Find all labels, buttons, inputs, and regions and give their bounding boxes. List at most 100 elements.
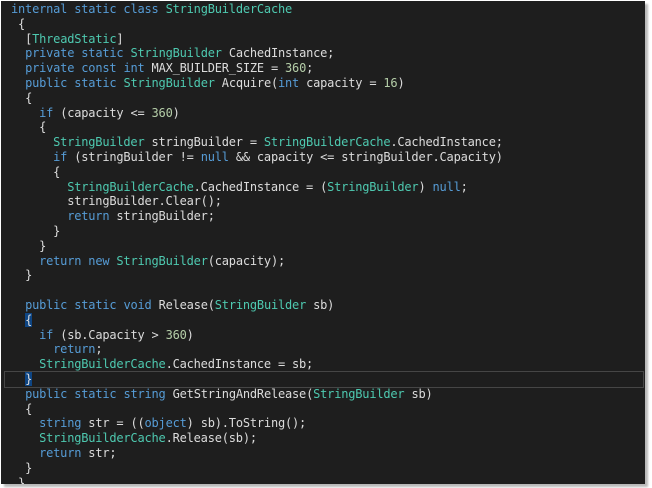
- code-token: .CachedInstance = (: [193, 179, 328, 194]
- code-token: MAX_BUILDER_SIZE =: [144, 61, 286, 76]
- code-line[interactable]: internal static class StringBuilderCache: [11, 2, 643, 17]
- code-token: (stringBuilder !=: [67, 149, 201, 164]
- code-editor[interactable]: internal static class StringBuilderCache…: [1, 1, 645, 484]
- code-line[interactable]: }: [11, 239, 643, 254]
- keyword-token: public: [25, 297, 68, 312]
- code-line[interactable]: StringBuilderCache.CachedInstance = (Str…: [11, 180, 643, 195]
- keyword-token: static: [74, 2, 117, 16]
- keyword-token: new: [88, 253, 110, 268]
- code-token: sb): [404, 386, 433, 401]
- code-line[interactable]: public static StringBuilder Acquire(int …: [11, 76, 643, 91]
- code-token: .CachedInstance = sb;: [165, 357, 314, 372]
- code-token: }: [53, 223, 61, 238]
- code-line[interactable]: {: [11, 17, 643, 32]
- code-line[interactable]: string str = ((object) sb).ToString();: [11, 416, 643, 431]
- keyword-token: void: [123, 297, 152, 312]
- code-line[interactable]: if (capacity <= 360): [11, 106, 643, 121]
- code-token: CachedInstance;: [221, 46, 335, 61]
- keyword-token: private: [25, 61, 75, 76]
- code-line[interactable]: {: [11, 402, 643, 417]
- code-token: (sb.Capacity >: [53, 327, 166, 342]
- code-line[interactable]: return stringBuilder;: [11, 209, 643, 224]
- code-token: stringBuilder;: [109, 209, 215, 224]
- keyword-token: static: [74, 297, 117, 312]
- code-token: {: [18, 16, 26, 31]
- code-line[interactable]: {: [11, 165, 643, 180]
- code-token: (capacity);: [207, 253, 286, 268]
- keyword-token: return: [39, 445, 82, 460]
- code-line[interactable]: private static StringBuilder CachedInsta…: [11, 46, 643, 61]
- code-line[interactable]: return str;: [11, 446, 643, 461]
- code-token: ;: [460, 179, 468, 194]
- code-token: ;: [306, 61, 314, 76]
- keyword-token: null: [200, 149, 229, 164]
- code-line[interactable]: return;: [11, 342, 643, 357]
- type-token: StringBuilder: [214, 297, 307, 312]
- code-view[interactable]: internal static class StringBuilderCache…: [11, 2, 643, 484]
- code-line[interactable]: }: [11, 476, 643, 485]
- keyword-token: null: [432, 179, 461, 194]
- code-line[interactable]: }: [11, 268, 643, 283]
- code-line[interactable]: }: [11, 461, 643, 476]
- code-token: GetStringAndRelease(: [165, 386, 314, 401]
- code-token: Acquire(: [214, 75, 278, 90]
- code-line[interactable]: [11, 283, 643, 298]
- keyword-token: const: [81, 61, 117, 76]
- code-line-current[interactable]: }: [5, 371, 643, 387]
- code-line[interactable]: {: [11, 120, 643, 135]
- code-token: ): [418, 179, 433, 194]
- code-line[interactable]: StringBuilderCache.CachedInstance = sb;: [11, 357, 643, 372]
- keyword-token: int: [123, 61, 145, 76]
- number-literal: 360: [285, 61, 307, 76]
- code-line[interactable]: private const int MAX_BUILDER_SIZE = 360…: [11, 61, 643, 76]
- code-line[interactable]: StringBuilder stringBuilder = StringBuil…: [11, 135, 643, 150]
- code-token: {: [25, 90, 33, 105]
- code-token: ]: [116, 31, 124, 46]
- type-token: StringBuilder: [130, 46, 222, 61]
- keyword-token: return: [39, 253, 82, 268]
- code-token: capacity =: [299, 75, 384, 90]
- type-token: StringBuilderCache: [39, 357, 166, 372]
- code-line[interactable]: {: [11, 91, 643, 106]
- highlighted-brace: }: [25, 371, 33, 386]
- number-literal: 16: [383, 75, 398, 90]
- code-line[interactable]: if (stringBuilder != null && capacity <=…: [11, 150, 643, 165]
- code-token: (capacity <=: [53, 105, 152, 120]
- keyword-token: if: [53, 149, 68, 164]
- keyword-token: object: [144, 416, 187, 431]
- code-token: {: [53, 164, 61, 179]
- type-token: StringBuilder: [53, 135, 145, 150]
- keyword-token: static: [74, 386, 117, 401]
- code-line[interactable]: StringBuilderCache.Release(sb);: [11, 431, 643, 446]
- code-line[interactable]: public static void Release(StringBuilder…: [11, 298, 643, 313]
- code-token: }: [25, 268, 33, 283]
- code-line[interactable]: [ThreadStatic]: [11, 32, 643, 47]
- code-line[interactable]: }: [11, 224, 643, 239]
- code-token: }: [25, 460, 33, 475]
- code-line[interactable]: return new StringBuilder(capacity);: [11, 254, 643, 269]
- keyword-token: return: [53, 342, 96, 357]
- code-token: stringBuilder =: [144, 135, 264, 150]
- keyword-token: public: [25, 386, 68, 401]
- code-line[interactable]: if (sb.Capacity > 360): [11, 328, 643, 343]
- code-line[interactable]: public static string GetStringAndRelease…: [11, 387, 643, 402]
- code-token: stringBuilder.Clear();: [67, 194, 222, 209]
- code-line[interactable]: {: [11, 312, 643, 328]
- code-line[interactable]: stringBuilder.Clear();: [11, 194, 643, 209]
- code-token: ): [397, 75, 405, 90]
- code-token: {: [39, 120, 47, 135]
